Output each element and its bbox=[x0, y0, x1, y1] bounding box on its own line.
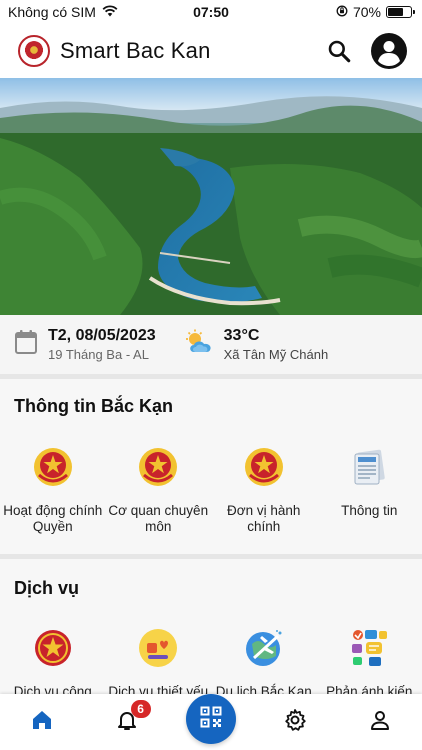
calendar-icon bbox=[14, 329, 38, 360]
gear-icon bbox=[283, 708, 307, 737]
battery-icon bbox=[386, 6, 415, 18]
status-time: 07:50 bbox=[193, 4, 229, 20]
app-logo bbox=[18, 35, 50, 67]
newspaper-icon bbox=[349, 447, 389, 487]
feedback-icon bbox=[349, 628, 389, 668]
section-title: Thông tin Bắc Kạn bbox=[14, 396, 173, 416]
section-title: Dịch vụ bbox=[14, 578, 80, 598]
service-tiles: Dịch vụ công Dịch vụ thiết yếu Du lịch B… bbox=[0, 628, 422, 694]
qr-code-icon bbox=[200, 706, 222, 733]
essential-service-icon bbox=[138, 628, 178, 668]
emblem-icon bbox=[33, 447, 73, 487]
lunar-date: 19 Tháng Ba - AL bbox=[48, 347, 149, 362]
tile-tourism[interactable]: Du lịch Bắc Kạn bbox=[211, 628, 317, 694]
nav-qr-scan[interactable] bbox=[181, 694, 241, 750]
tile-government-activities[interactable]: Hoạt động chính Quyền bbox=[0, 447, 106, 535]
temperature: 33°C bbox=[223, 327, 260, 344]
weather-location: Xã Tân Mỹ Chánh bbox=[223, 347, 329, 362]
public-service-icon bbox=[33, 628, 73, 668]
tile-label: Phản ánh kiến nghị bbox=[326, 684, 413, 694]
tile-specialized-agencies[interactable]: Cơ quan chuyên môn bbox=[106, 447, 212, 535]
tile-label: Hoạt động chính Quyền bbox=[3, 503, 103, 534]
bottom-navigation: 6 bbox=[0, 694, 422, 750]
tile-administrative-units[interactable]: Đơn vị hành chính bbox=[211, 447, 317, 535]
info-tiles: Hoạt động chính Quyền Cơ quan chuyên môn… bbox=[0, 447, 422, 535]
current-date: T2, 08/05/2023 bbox=[48, 327, 156, 344]
partly-cloudy-icon bbox=[184, 329, 214, 360]
tile-label: Thông tin bbox=[341, 503, 398, 518]
nav-notifications[interactable]: 6 bbox=[97, 694, 157, 750]
tile-label: Cơ quan chuyên môn bbox=[108, 503, 209, 534]
weather-block: 33°C Xã Tân Mỹ Chánh bbox=[184, 327, 329, 362]
date-weather-bar: T2, 08/05/2023 19 Tháng Ba - AL 33°C Xã … bbox=[0, 315, 422, 374]
app-title: Smart Bac Kan bbox=[60, 38, 211, 63]
tile-label: Đơn vị hành chính bbox=[227, 503, 301, 534]
header-actions bbox=[326, 32, 408, 70]
section-bac-kan-info: Thông tin Bắc Kạn Hoạt động chính Quyền … bbox=[0, 379, 422, 554]
app-header: Smart Bac Kan bbox=[0, 24, 422, 78]
tile-label: Dịch vụ thiết yếu bbox=[108, 684, 209, 694]
account-icon[interactable] bbox=[370, 32, 408, 70]
battery-level bbox=[388, 8, 404, 16]
search-icon[interactable] bbox=[326, 38, 352, 64]
nav-settings[interactable] bbox=[265, 694, 325, 750]
tile-essential-services[interactable]: Dịch vụ thiết yếu bbox=[106, 628, 212, 694]
nav-home[interactable] bbox=[12, 694, 72, 750]
tile-label: Dịch vụ công bbox=[13, 684, 92, 694]
nav-profile[interactable] bbox=[350, 694, 410, 750]
tourism-icon bbox=[244, 628, 284, 668]
tile-public-service[interactable]: Dịch vụ công bbox=[0, 628, 106, 694]
tile-news[interactable]: Thông tin bbox=[317, 447, 422, 535]
home-icon bbox=[30, 708, 54, 737]
emblem-icon bbox=[244, 447, 284, 487]
hero-banner-image bbox=[0, 78, 422, 315]
profile-icon bbox=[368, 708, 392, 737]
tile-feedback[interactable]: Phản ánh kiến nghị bbox=[317, 628, 422, 694]
notification-badge: 6 bbox=[130, 700, 151, 718]
emblem-icon bbox=[138, 447, 178, 487]
status-bar: Không có SIM 07:50 70% bbox=[0, 0, 422, 24]
date-block: T2, 08/05/2023 19 Tháng Ba - AL bbox=[14, 327, 156, 362]
section-services: Dịch vụ Dịch vụ công Dịch vụ thiết yếu D… bbox=[0, 559, 422, 694]
tile-label: Du lịch Bắc Kạn bbox=[215, 684, 312, 694]
qr-scan-button[interactable] bbox=[185, 694, 236, 744]
